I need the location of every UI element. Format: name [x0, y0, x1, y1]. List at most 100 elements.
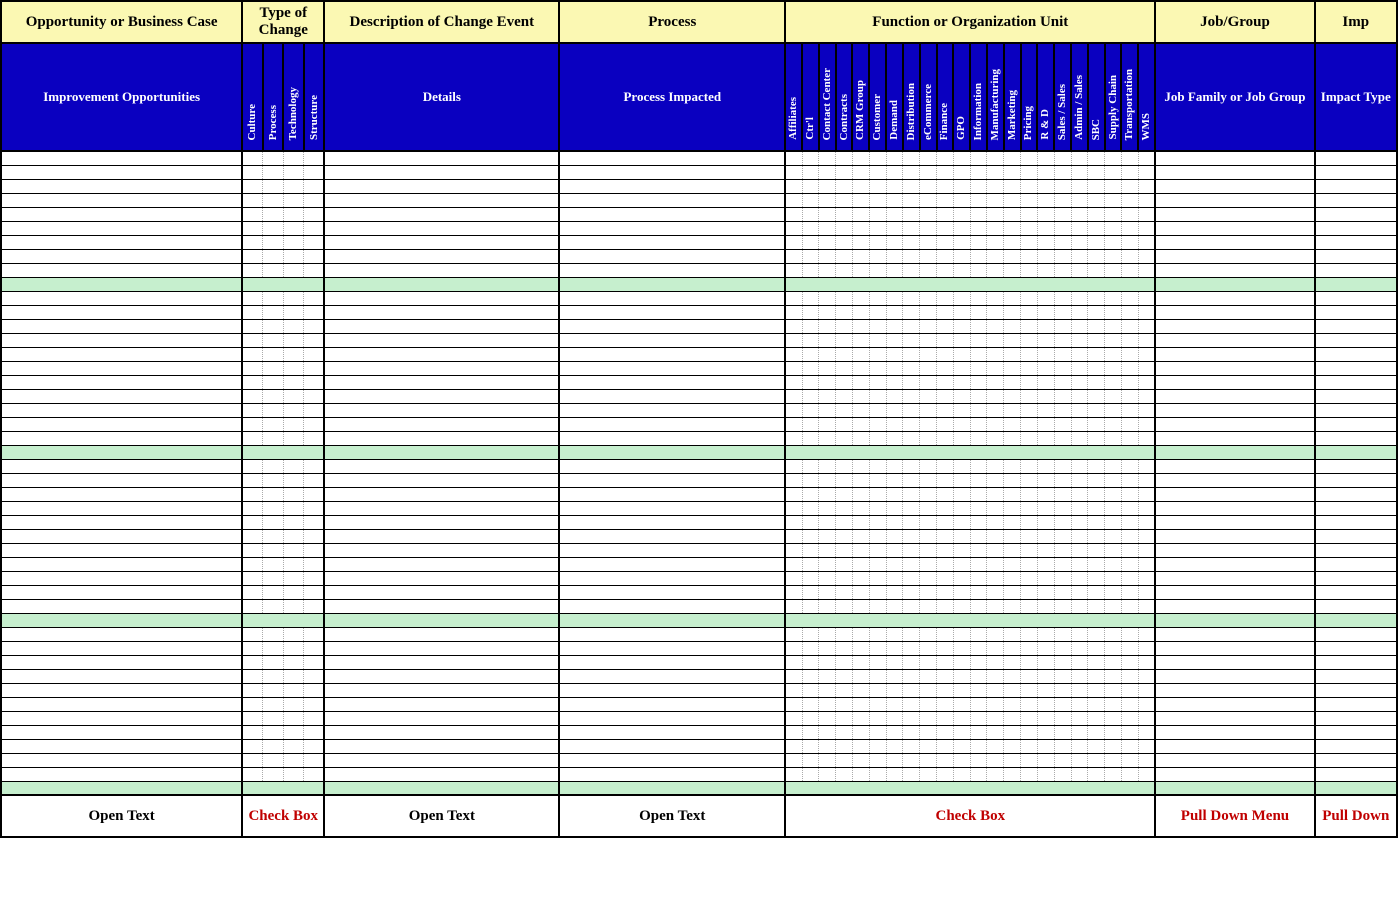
cell-func-check[interactable]	[819, 165, 836, 179]
cell-details[interactable]	[324, 389, 559, 403]
cell-func-check[interactable]	[1037, 501, 1054, 515]
table-row[interactable]	[1, 515, 1397, 529]
cell-func-check[interactable]	[953, 711, 970, 725]
cell-func-check[interactable]	[987, 291, 1004, 305]
cell-func-check[interactable]	[987, 431, 1004, 445]
cell-func-check[interactable]	[836, 669, 853, 683]
cell-func-check[interactable]	[1138, 753, 1155, 767]
cell-func-check[interactable]	[1004, 697, 1021, 711]
cell-opportunity[interactable]	[1, 697, 242, 711]
cell-func-check[interactable]	[970, 683, 987, 697]
cell-func-check[interactable]	[1037, 207, 1054, 221]
cell-func-check[interactable]	[987, 487, 1004, 501]
cell-opportunity[interactable]	[1, 641, 242, 655]
cell-func-check[interactable]	[920, 725, 937, 739]
cell-func-check[interactable]	[953, 739, 970, 753]
cell-details[interactable]	[324, 543, 559, 557]
cell-func-check[interactable]	[953, 319, 970, 333]
cell-func-check[interactable]	[987, 599, 1004, 613]
cell-job-group[interactable]	[1155, 571, 1314, 585]
cell-func-check[interactable]	[1071, 599, 1088, 613]
cell-func-check[interactable]	[785, 235, 802, 249]
cell-func-check[interactable]	[802, 487, 819, 501]
cell-func-check[interactable]	[1088, 221, 1105, 235]
cell-type-check[interactable]	[283, 347, 304, 361]
cell-func-check[interactable]	[785, 655, 802, 669]
cell-type-check[interactable]	[263, 641, 284, 655]
cell-type-check[interactable]	[304, 557, 325, 571]
cell-process[interactable]	[559, 529, 785, 543]
cell-func-check[interactable]	[836, 683, 853, 697]
cell-type-check[interactable]	[283, 627, 304, 641]
cell-func-check[interactable]	[869, 529, 886, 543]
cell-impact-type[interactable]	[1315, 347, 1397, 361]
cell-func-check[interactable]	[970, 291, 987, 305]
cell-func-check[interactable]	[1138, 767, 1155, 781]
cell-type-check[interactable]	[283, 291, 304, 305]
cell-func-check[interactable]	[1121, 361, 1138, 375]
table-row[interactable]	[1, 165, 1397, 179]
cell-func-check[interactable]	[802, 543, 819, 557]
cell-job-group[interactable]	[1155, 585, 1314, 599]
cell-func-check[interactable]	[920, 515, 937, 529]
cell-impact-type[interactable]	[1315, 739, 1397, 753]
cell-process[interactable]	[559, 557, 785, 571]
cell-func-check[interactable]	[836, 361, 853, 375]
cell-func-check[interactable]	[886, 501, 903, 515]
cell-func-check[interactable]	[1105, 753, 1122, 767]
cell-func-check[interactable]	[970, 515, 987, 529]
cell-type-check[interactable]	[263, 151, 284, 165]
cell-func-check[interactable]	[920, 543, 937, 557]
table-row[interactable]	[1, 669, 1397, 683]
cell-func-check[interactable]	[852, 389, 869, 403]
cell-opportunity[interactable]	[1, 487, 242, 501]
cell-type-check[interactable]	[304, 627, 325, 641]
cell-func-check[interactable]	[836, 697, 853, 711]
cell-func-check[interactable]	[1121, 263, 1138, 277]
cell-job-group[interactable]	[1155, 557, 1314, 571]
cell-process[interactable]	[559, 753, 785, 767]
cell-type-check[interactable]	[304, 249, 325, 263]
cell-process[interactable]	[559, 459, 785, 473]
cell-func-check[interactable]	[1121, 697, 1138, 711]
cell-opportunity[interactable]	[1, 235, 242, 249]
cell-func-check[interactable]	[819, 151, 836, 165]
cell-func-check[interactable]	[869, 557, 886, 571]
cell-func-check[interactable]	[1054, 655, 1071, 669]
cell-func-check[interactable]	[1138, 501, 1155, 515]
cell-func-check[interactable]	[852, 263, 869, 277]
cell-func-check[interactable]	[903, 249, 920, 263]
cell-impact-type[interactable]	[1315, 165, 1397, 179]
cell-type-check[interactable]	[242, 599, 263, 613]
cell-func-check[interactable]	[1088, 235, 1105, 249]
cell-func-check[interactable]	[1054, 529, 1071, 543]
cell-process[interactable]	[559, 697, 785, 711]
cell-func-check[interactable]	[819, 529, 836, 543]
cell-func-check[interactable]	[987, 571, 1004, 585]
cell-opportunity[interactable]	[1, 375, 242, 389]
cell-func-check[interactable]	[953, 417, 970, 431]
cell-func-check[interactable]	[903, 515, 920, 529]
cell-process[interactable]	[559, 403, 785, 417]
cell-type-check[interactable]	[304, 711, 325, 725]
cell-opportunity[interactable]	[1, 683, 242, 697]
cell-type-check[interactable]	[263, 557, 284, 571]
cell-type-check[interactable]	[263, 179, 284, 193]
cell-func-check[interactable]	[970, 655, 987, 669]
cell-func-check[interactable]	[937, 655, 954, 669]
cell-type-check[interactable]	[304, 193, 325, 207]
cell-func-check[interactable]	[1105, 347, 1122, 361]
cell-func-check[interactable]	[869, 179, 886, 193]
cell-job-group[interactable]	[1155, 333, 1314, 347]
cell-func-check[interactable]	[886, 669, 903, 683]
cell-func-check[interactable]	[1105, 473, 1122, 487]
cell-process[interactable]	[559, 235, 785, 249]
cell-func-check[interactable]	[953, 361, 970, 375]
cell-func-check[interactable]	[1004, 753, 1021, 767]
cell-func-check[interactable]	[819, 347, 836, 361]
cell-func-check[interactable]	[1088, 725, 1105, 739]
cell-func-check[interactable]	[1004, 403, 1021, 417]
cell-func-check[interactable]	[1105, 375, 1122, 389]
cell-func-check[interactable]	[1054, 571, 1071, 585]
cell-func-check[interactable]	[819, 207, 836, 221]
